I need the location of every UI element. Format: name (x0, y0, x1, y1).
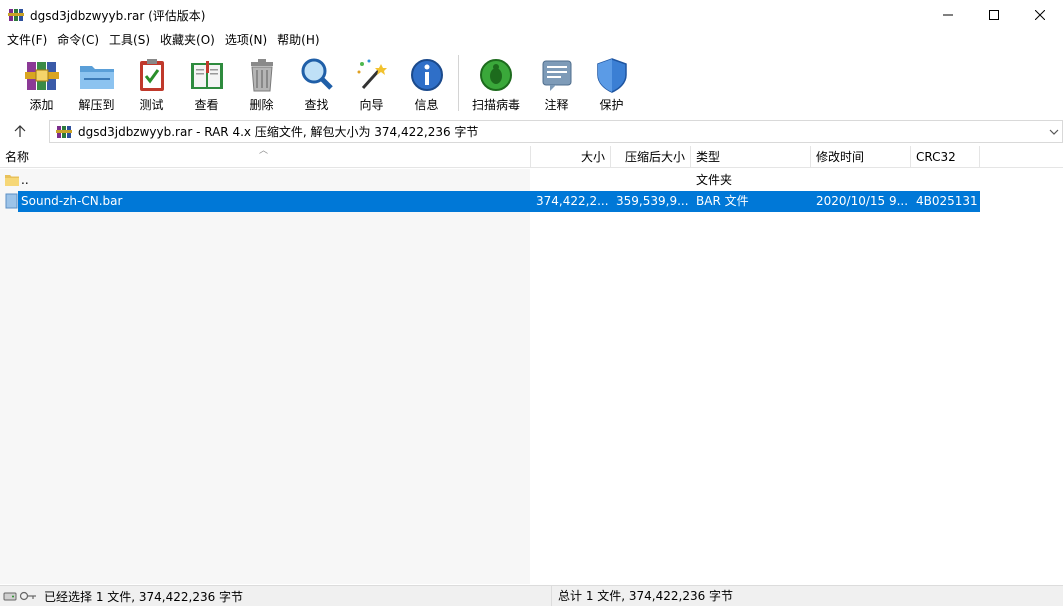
comment-icon (542, 60, 571, 91)
minimize-button[interactable] (925, 0, 971, 30)
protect-label: 保护 (599, 98, 624, 112)
comment-button[interactable]: 注释 (529, 51, 584, 113)
maximize-button[interactable] (971, 0, 1017, 30)
title-bar[interactable]: dgsd3jdbzwyyb.rar (评估版本) (0, 0, 1063, 30)
file-name: Sound-zh-CN.bar (21, 194, 123, 208)
menu-file[interactable]: 文件(F) (2, 30, 52, 50)
test-button[interactable]: 测试 (124, 51, 179, 113)
shield-icon (596, 58, 627, 93)
delete-button[interactable]: 删除 (234, 51, 289, 113)
file-packed-size (611, 170, 691, 191)
comment-label: 注释 (544, 98, 569, 112)
wizard-label: 向导 (359, 98, 384, 112)
protect-button[interactable]: 保护 (584, 51, 639, 113)
archive-path-field[interactable]: dgsd3jdbzwyyb.rar - RAR 4.x 压缩文件, 解包大小为 … (49, 120, 1063, 143)
toolbar-separator (458, 55, 459, 111)
extract-folder-icon (79, 66, 114, 89)
list-item-sound-zh-cn[interactable]: Sound-zh-CN.bar 374,422,2... 359,539,9..… (0, 191, 980, 212)
virus-scan-button[interactable]: 扫描病毒 (463, 51, 529, 113)
file-list[interactable]: .. 文件夹 Sound-zh-CN.bar 374,422,2... 359,… (0, 169, 1063, 584)
name-column-background (0, 169, 530, 584)
up-folder-button[interactable] (0, 118, 40, 144)
toolbar: 添加 解压到 测试 查看 删除 查找 向导 信息 扫描病毒 注释 保护 (0, 51, 1063, 117)
menu-favorites[interactable]: 收藏夹(O) (155, 30, 220, 50)
menu-bar: 文件(F) 命令(C) 工具(S) 收藏夹(O) 选项(N) 帮助(H) (0, 30, 1063, 50)
column-crc32[interactable]: CRC32 (911, 146, 980, 168)
info-icon (410, 59, 443, 91)
rar-archive-icon (56, 125, 72, 138)
add-label: 添加 (29, 98, 54, 112)
find-label: 查找 (304, 98, 329, 112)
file-crc32 (911, 170, 980, 191)
status-selection: 已经选择 1 文件, 374,422,236 字节 (0, 586, 552, 606)
view-label: 查看 (194, 98, 219, 112)
virus-scan-label: 扫描病毒 (471, 98, 520, 112)
drive-icon[interactable] (3, 590, 17, 602)
column-type[interactable]: 类型 (691, 146, 811, 168)
file-packed-size: 359,539,9... (616, 194, 689, 208)
column-modified[interactable]: 修改时间 (811, 146, 911, 168)
file-modified (811, 170, 911, 191)
file-size: 374,422,2... (536, 194, 609, 208)
file-crc32: 4B025131 (916, 194, 978, 208)
add-archive-icon (24, 62, 59, 90)
delete-label: 删除 (249, 98, 274, 112)
close-button[interactable] (1017, 0, 1063, 30)
test-clipboard-icon (139, 59, 164, 91)
column-size[interactable]: 大小 (531, 146, 611, 168)
chevron-down-icon[interactable] (1048, 125, 1060, 139)
info-label: 信息 (414, 98, 439, 112)
magic-wand-icon (357, 59, 387, 90)
extract-to-button[interactable]: 解压到 (69, 51, 124, 113)
arrow-up-icon (14, 125, 26, 137)
file-size (531, 170, 611, 191)
file-type: BAR 文件 (696, 194, 749, 208)
virus-scan-icon (480, 59, 512, 91)
menu-commands[interactable]: 命令(C) (52, 30, 104, 50)
magnifier-icon (301, 58, 333, 90)
maximize-icon (989, 10, 999, 20)
find-button[interactable]: 查找 (289, 51, 344, 113)
file-name: .. (21, 173, 29, 187)
column-header-row: ︿ 名称 大小 压缩后大小 类型 修改时间 CRC32 (0, 146, 1063, 168)
file-modified: 2020/10/15 9... (816, 194, 909, 208)
test-label: 测试 (139, 98, 164, 112)
address-bar: dgsd3jdbzwyyb.rar - RAR 4.x 压缩文件, 解包大小为 … (0, 118, 1063, 144)
file-type: 文件夹 (696, 173, 733, 187)
status-bar: 已经选择 1 文件, 374,422,236 字节 总计 1 文件, 374,4… (0, 585, 1063, 606)
status-icons (0, 586, 40, 606)
menu-tools[interactable]: 工具(S) (104, 30, 155, 50)
status-total-text: 总计 1 文件, 374,422,236 字节 (558, 589, 734, 603)
status-selected-text: 已经选择 1 文件, 374,422,236 字节 (44, 589, 244, 604)
winrar-app-icon (8, 7, 24, 23)
key-icon[interactable] (19, 590, 37, 602)
menu-help[interactable]: 帮助(H) (272, 30, 324, 50)
extract-to-label: 解压到 (78, 98, 115, 112)
add-button[interactable]: 添加 (14, 51, 69, 113)
window-title: dgsd3jdbzwyyb.rar (评估版本) (30, 8, 206, 23)
info-button[interactable]: 信息 (399, 51, 454, 113)
list-item-parent-folder[interactable]: .. 文件夹 (0, 170, 980, 191)
minimize-icon (943, 14, 953, 16)
close-icon (1035, 10, 1045, 20)
menu-options[interactable]: 选项(N) (220, 30, 272, 50)
view-book-icon (190, 61, 223, 89)
column-packed-size[interactable]: 压缩后大小 (611, 146, 691, 168)
view-button[interactable]: 查看 (179, 51, 234, 113)
column-name[interactable]: 名称 (0, 146, 531, 168)
archive-path-text: dgsd3jdbzwyyb.rar - RAR 4.x 压缩文件, 解包大小为 … (78, 125, 479, 139)
wizard-button[interactable]: 向导 (344, 51, 399, 113)
trash-icon (250, 59, 273, 92)
